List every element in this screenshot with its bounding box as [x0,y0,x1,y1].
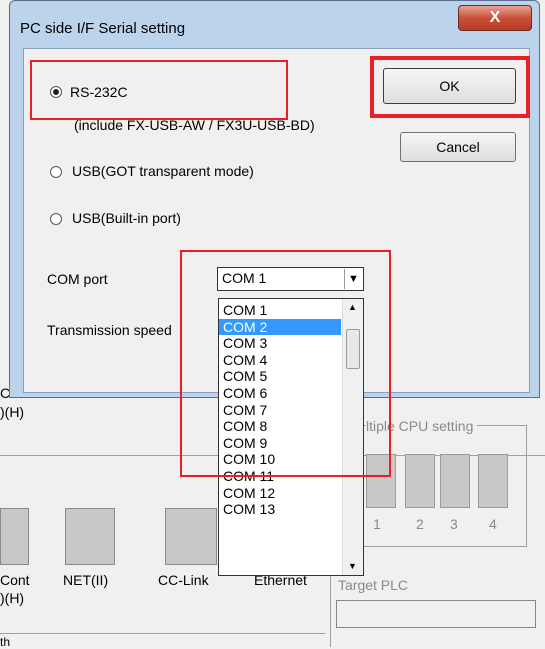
tile-label-cclink: CC-Link [158,572,209,588]
annotation-box-com-port [180,250,391,477]
usb-got-radio[interactable] [50,166,62,178]
close-button[interactable]: X [458,5,532,31]
com-option[interactable]: COM 12 [219,485,341,501]
usb-builtin-label[interactable]: USB(Built-in port) [72,210,181,226]
annotation-box-ok [370,56,530,118]
tile-sublabel-cont: )(H) [0,590,25,606]
cpu-number-2: 2 [416,516,424,532]
cpu-4-tile[interactable] [478,454,508,508]
cpu-3-tile[interactable] [440,454,470,508]
cpu-2-tile[interactable] [405,454,435,508]
bg-left-fragment-h: )(H) [0,404,25,420]
bg-tile-cclink[interactable] [165,508,217,565]
usb-builtin-radio[interactable] [50,213,62,225]
cancel-button[interactable]: Cancel [400,132,516,162]
bg-bottom-frame [0,633,325,648]
com-port-label: COM port [47,271,108,287]
annotation-box-rs232c [30,60,288,120]
cpu-number-4: 4 [489,516,497,532]
tile-label-cont: Cont [0,572,30,588]
com-option[interactable]: COM 13 [219,501,341,517]
transmission-speed-label: Transmission speed [47,322,172,338]
bg-tile-cont[interactable] [0,508,29,565]
bg-tile-net2[interactable] [65,508,115,565]
tile-label-net2: NET(II) [63,572,109,588]
target-plc-field[interactable] [336,600,536,628]
cpu-number-3: 3 [450,516,458,532]
target-plc-label: Target PLC [338,577,409,593]
scroll-down-arrow-icon[interactable]: ▼ [348,561,357,571]
bg-vertical-divider [330,566,331,647]
cpu-number-1: 1 [373,516,381,532]
dialog-title: PC side I/F Serial setting [20,20,186,37]
usb-got-label[interactable]: USB(GOT transparent mode) [72,163,254,179]
